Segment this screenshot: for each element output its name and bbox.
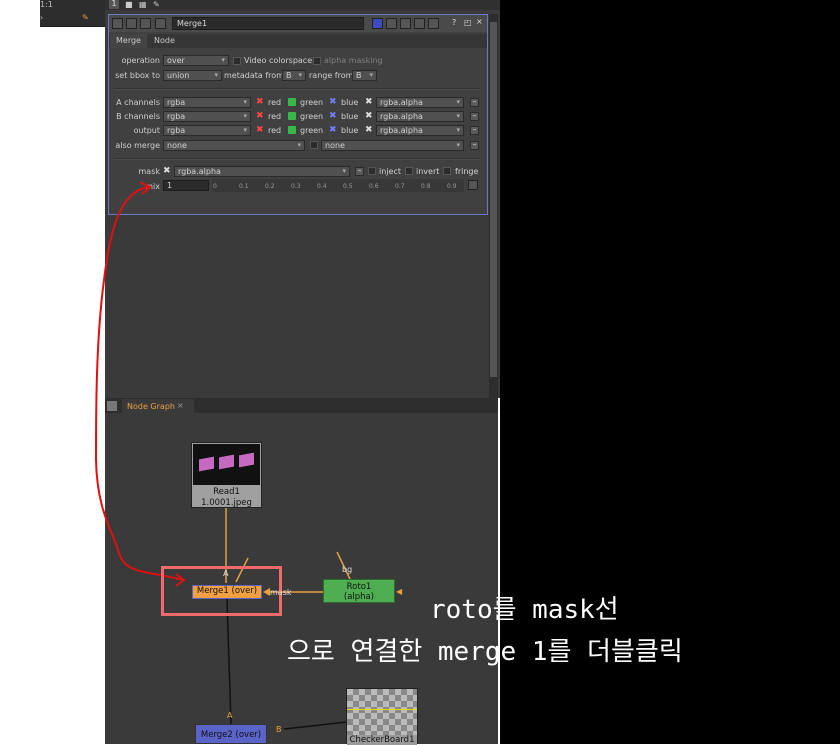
thumbnail-shape	[219, 454, 234, 470]
annotation-line1: roto를 mask선	[430, 595, 619, 625]
thumbnail-shape	[239, 452, 254, 468]
checker-to-merge2-link	[283, 721, 348, 730]
annotation-arrow-line	[94, 186, 184, 581]
roto1-name: Roto1	[346, 582, 372, 592]
merge2-input-b: B	[276, 725, 282, 734]
merge2-input-a: A	[227, 711, 233, 720]
merge1-input-a: A	[223, 569, 229, 578]
read1-file: 1.0001.jpeg	[201, 498, 252, 508]
roto1-sub: (alpha)	[343, 592, 375, 602]
roto-bg-label: bg	[342, 565, 353, 574]
merge2-node[interactable]: Merge2 (over)	[195, 724, 267, 744]
thumbnail-shape	[199, 456, 214, 472]
merge1-node[interactable]: Merge1 (over)	[192, 585, 262, 599]
roto1-node[interactable]: Roto1 (alpha)	[323, 579, 395, 603]
mask-input-label: mask	[270, 588, 292, 597]
checkerboard1-node[interactable]: CheckerBoard1	[346, 688, 418, 745]
read1-name: Read1	[213, 487, 240, 497]
merge1-to-merge2-link	[226, 598, 232, 725]
read1-node[interactable]: Read1 1.0001.jpeg	[191, 442, 262, 508]
checker-guide-line	[347, 709, 417, 710]
annotation-line2: 으로 연결한 merge 1를 더블클릭	[287, 637, 683, 667]
output-triangle-icon: ◀	[396, 587, 403, 596]
read1-thumbnail	[193, 444, 260, 485]
